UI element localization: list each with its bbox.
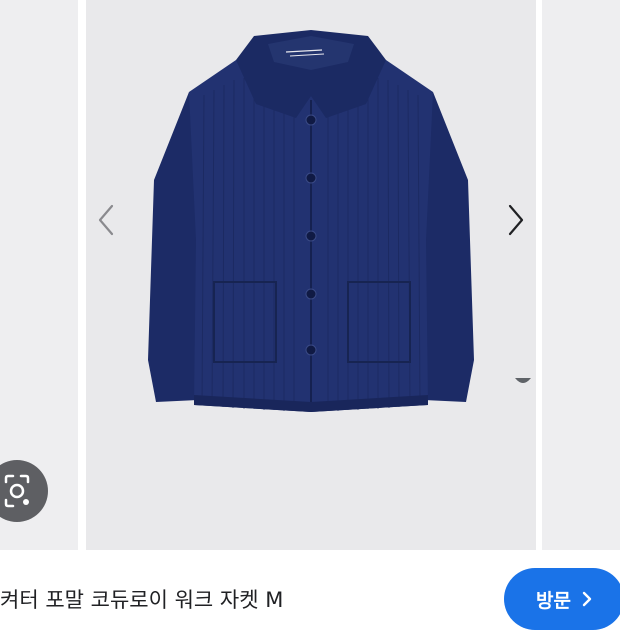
scroll-indicator xyxy=(515,378,531,383)
google-lens-icon xyxy=(4,474,30,508)
google-lens-button[interactable] xyxy=(0,460,48,522)
chevron-left-icon[interactable] xyxy=(92,200,122,240)
visit-button-label: 방문 xyxy=(536,589,571,612)
chevron-right-icon xyxy=(582,591,592,607)
jacket-image xyxy=(148,30,474,412)
visit-button[interactable]: 방문 xyxy=(504,568,620,630)
result-title[interactable]: 켜터 포말 코듀로이 워크 자켓 M xyxy=(0,583,283,617)
chevron-right-icon[interactable] xyxy=(500,200,530,240)
next-result-image[interactable] xyxy=(542,0,620,550)
product-image-frame xyxy=(86,0,536,550)
